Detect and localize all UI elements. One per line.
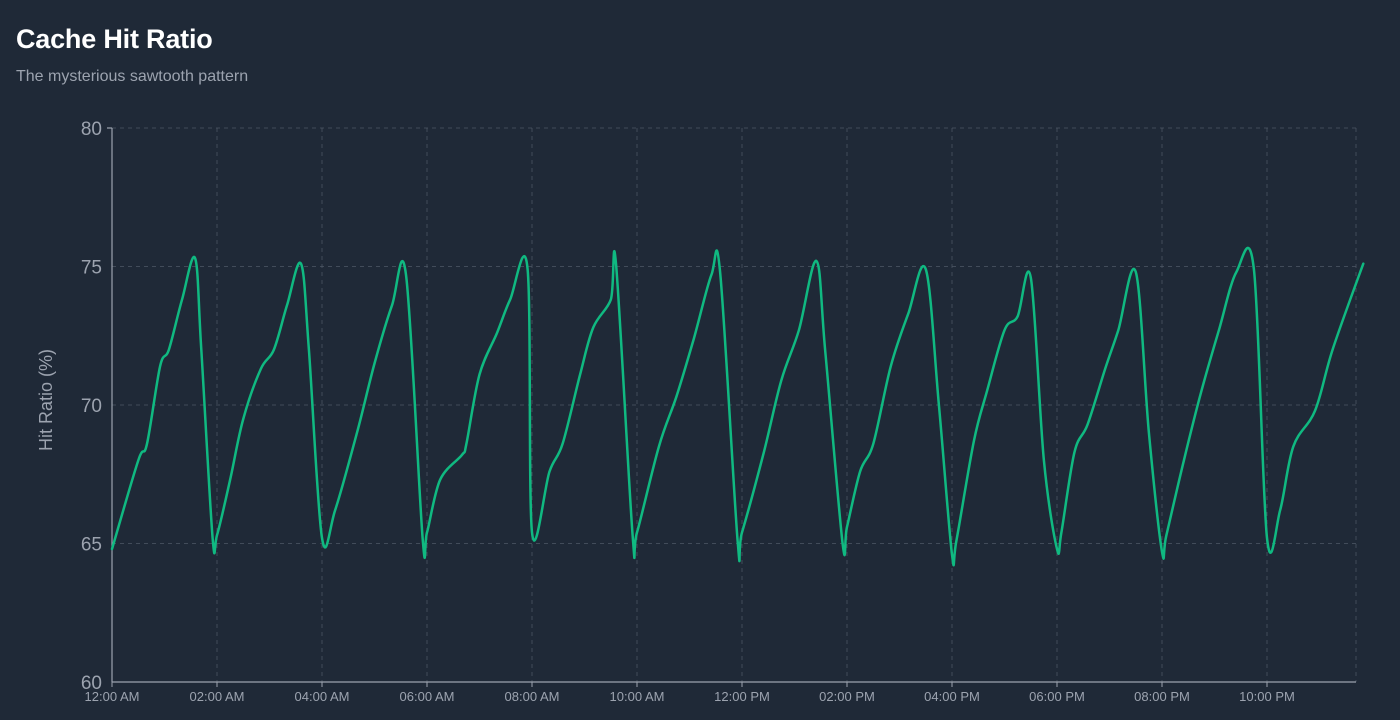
x-tick-label-0: 12:00 AM [85, 689, 140, 704]
x-tick-label-1: 02:00 AM [190, 689, 245, 704]
x-tick-label-6: 12:00 PM [714, 689, 770, 704]
series-line-hit-ratio [110, 246, 1365, 567]
y-tick-label-75: 75 [81, 258, 102, 279]
y-axis-label: Hit Ratio (%) [36, 349, 56, 451]
x-tick-label-4: 08:00 AM [505, 689, 560, 704]
y-tick-label-65: 65 [81, 535, 102, 556]
x-tick-label-9: 06:00 PM [1029, 689, 1085, 704]
y-tick-label-70: 70 [81, 396, 102, 417]
x-tick-label-7: 02:00 PM [819, 689, 875, 704]
line-chart: 606570758012:00 AM 02:00 AM 04:00 AM 06:00 … [36, 119, 1365, 704]
x-tick-label-10: 08:00 PM [1134, 689, 1190, 704]
y-tick-label-80: 80 [81, 119, 102, 140]
x-tick-label-8: 04:00 PM [924, 689, 980, 704]
x-tick-label-5: 10:00 AM [610, 689, 665, 704]
x-tick-label-3: 06:00 AM [400, 689, 455, 704]
x-tick-label-2: 04:00 AM [295, 689, 350, 704]
x-tick-label-11: 10:00 PM [1239, 689, 1295, 704]
